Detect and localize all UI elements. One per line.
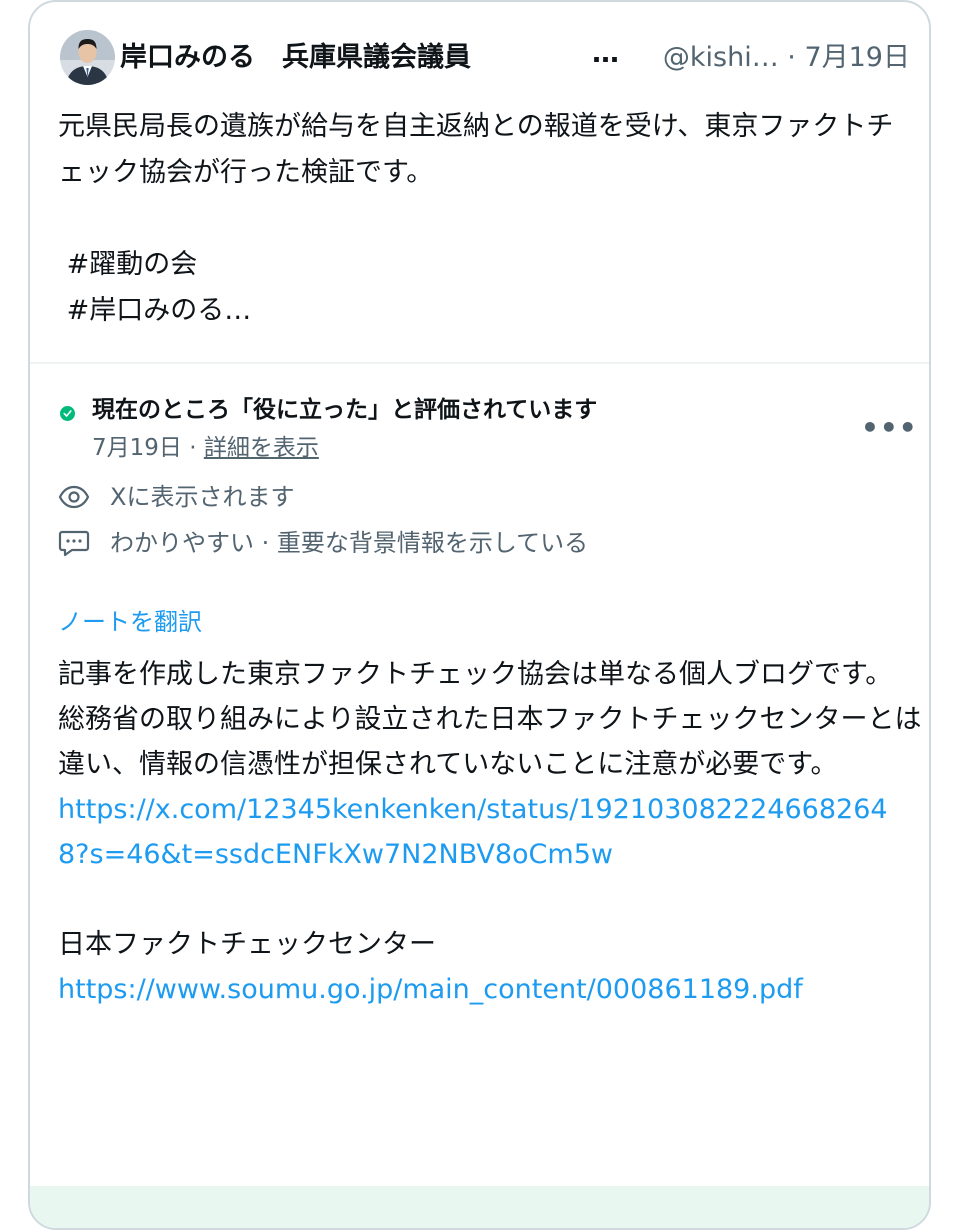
avatar[interactable] [60, 30, 115, 85]
comment-icon [58, 530, 90, 557]
more-horizontal-icon[interactable]: ••• [861, 414, 917, 450]
note-date: 7月19日 [92, 435, 182, 461]
note-status-title: 現在のところ「役に立った」と評価されています [92, 397, 598, 423]
author-name-ellipsis: … [592, 38, 621, 69]
author-handle[interactable]: @kishi… [663, 42, 779, 73]
check-circle-icon [60, 406, 75, 421]
translate-note-link[interactable]: ノートを翻訳 [58, 602, 202, 642]
note-body: 記事を作成した東京ファクトチェック協会は単なる個人ブログです。 総務省の取り組み… [58, 652, 928, 1012]
note-status-sub: 7月19日 · 詳細を表示 [92, 430, 319, 466]
shown-on-x-label: Xに表示されます [110, 483, 295, 511]
note-link-x[interactable]: https://x.com/12345kenkenken/status/1921… [58, 787, 908, 877]
tweet[interactable]: 岸口みのる 兵庫県議会議員 … @kishi… · 7月19日 元県民局長の遺族… [30, 2, 929, 364]
eye-icon [58, 485, 90, 509]
tweet-meta: @kishi… · 7月19日 [663, 36, 910, 80]
show-details-link[interactable]: 詳細を表示 [204, 435, 319, 461]
note-text-line1: 記事を作成した東京ファクトチェック協会は単なる個人ブログです。 [58, 659, 893, 690]
meta-separator: · [778, 42, 805, 73]
tweet-header: 岸口みのる 兵庫県議会議員 … @kishi… · 7月19日 [120, 36, 910, 80]
note-footer-band [30, 1186, 929, 1228]
note-date-separator: · [181, 435, 204, 461]
tweet-text: 元県民局長の遺族が給与を自主返納との報道を受け、東京ファクトチェック協会が行った… [58, 111, 894, 326]
note-link-soumu[interactable]: https://www.soumu.go.jp/main_content/000… [58, 967, 908, 1012]
community-note: 現在のところ「役に立った」と評価されています 7月19日 · 詳細を表示 •••… [30, 364, 929, 1228]
avatar-image [60, 30, 115, 85]
tweet-date[interactable]: 7月19日 [804, 42, 910, 73]
note-text-line2: 総務省の取り組みにより設立された日本ファクトチェックセンターとは違い、情報の信憑… [58, 704, 922, 780]
note-reasons-label: わかりやすい · 重要な背景情報を示している [110, 529, 589, 557]
note-section-title: 日本ファクトチェックセンター [58, 929, 436, 960]
tweet-card: 岸口みのる 兵庫県議会議員 … @kishi… · 7月19日 元県民局長の遺族… [28, 0, 931, 1230]
author-name[interactable]: 岸口みのる 兵庫県議会議員 [120, 36, 471, 80]
